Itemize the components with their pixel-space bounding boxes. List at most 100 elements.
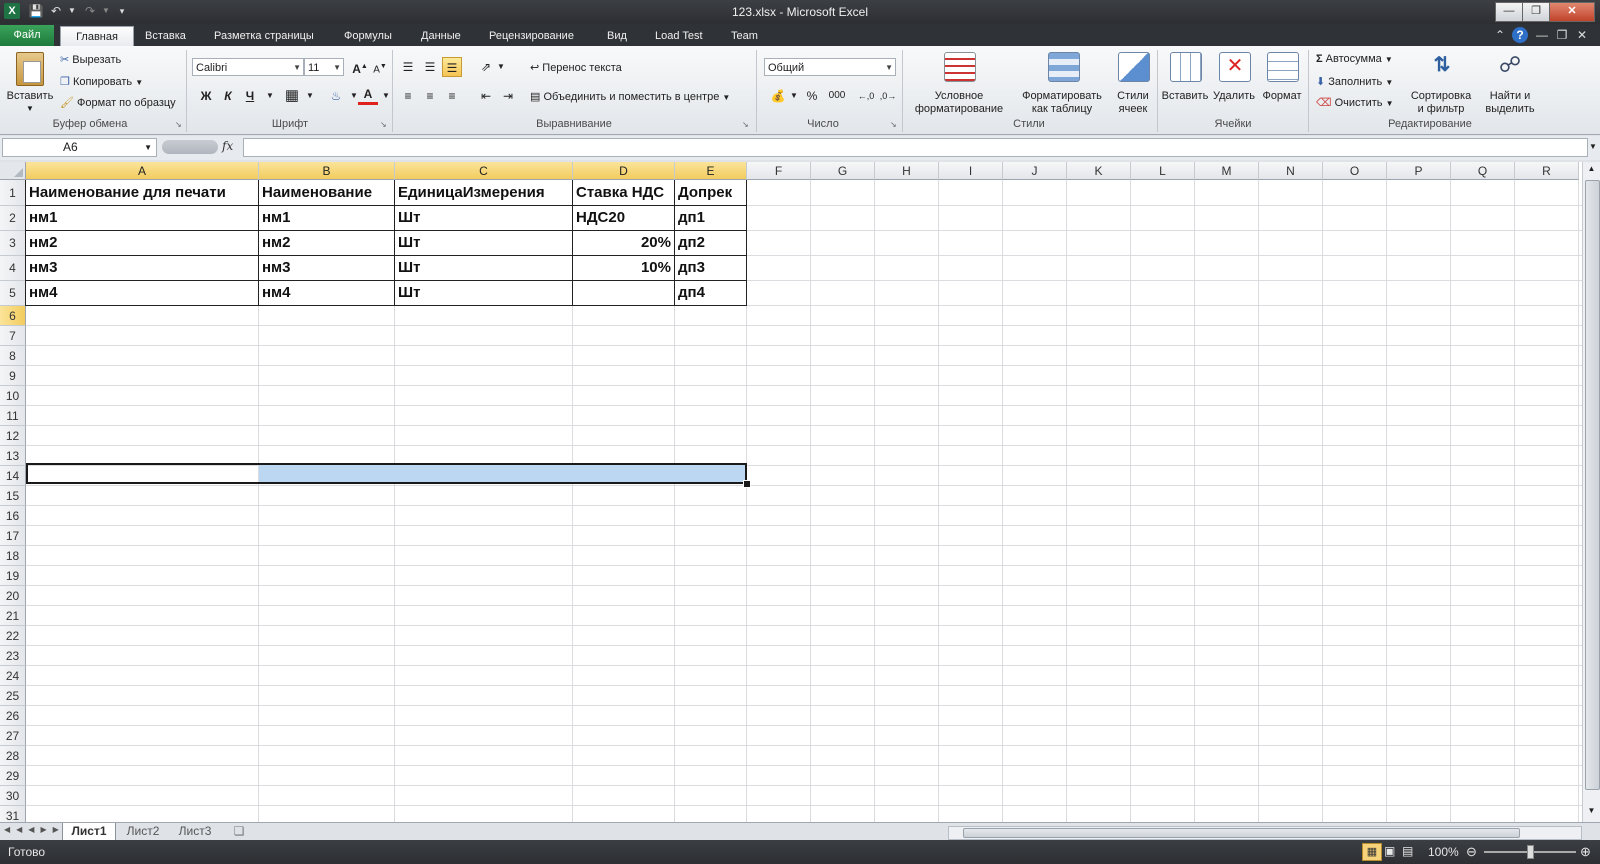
row-header-22[interactable]: 22 (0, 626, 26, 646)
name-box[interactable]: A6 ▼ (2, 138, 157, 157)
h-scroll-thumb[interactable] (963, 828, 1520, 838)
number-format-select[interactable]: Общий ▼ (764, 58, 896, 76)
row-header-9[interactable]: 9 (0, 366, 26, 386)
align-center-icon[interactable]: ≡ (420, 86, 440, 106)
table-cell[interactable]: нм1 (259, 206, 394, 230)
format-painter-button[interactable]: 🖌 Формат по образцу (60, 96, 176, 109)
select-all-corner[interactable] (0, 162, 26, 180)
row-header-11[interactable]: 11 (0, 406, 26, 426)
align-middle-icon[interactable]: ☰ (420, 57, 440, 77)
table-cell[interactable]: Шт (395, 231, 572, 255)
expand-formula-bar-icon[interactable]: ▼ (1589, 142, 1597, 151)
table-cell[interactable] (573, 281, 674, 305)
dialog-launcher-icon[interactable]: ↘ (890, 120, 897, 129)
font-color-icon[interactable]: A (358, 86, 378, 105)
chevron-down-icon[interactable]: ▼ (260, 86, 280, 106)
scroll-up-icon[interactable]: ▲ (1585, 164, 1598, 176)
delete-cells-button[interactable]: ✕ Удалить (1210, 48, 1258, 116)
column-header-j[interactable]: J (1003, 162, 1067, 180)
sheet-tab-1[interactable]: Лист1 (62, 823, 116, 841)
dialog-launcher-icon[interactable]: ↘ (175, 120, 182, 129)
workbook-close-icon[interactable]: ✕ (1574, 27, 1590, 43)
tab-home[interactable]: Главная (60, 26, 134, 47)
percent-button[interactable]: % (802, 86, 822, 106)
vertical-scrollbar[interactable]: ▲ ▼ (1582, 162, 1600, 822)
tab-insert[interactable]: Вставка (143, 26, 188, 46)
table-cell[interactable]: 10% (573, 256, 674, 280)
decrease-indent-icon[interactable]: ⇤ (476, 86, 496, 106)
table-cell[interactable]: нм3 (259, 256, 394, 280)
column-header-f[interactable]: F (747, 162, 811, 180)
zoom-in-icon[interactable]: ⊕ (1580, 844, 1591, 860)
column-header-a[interactable]: A (26, 162, 259, 180)
copy-button[interactable]: ❐ Копировать ▼ (60, 75, 143, 88)
row-header-14[interactable]: 14 (0, 466, 26, 486)
row-header-21[interactable]: 21 (0, 606, 26, 626)
formula-input[interactable] (243, 138, 1588, 157)
column-header-p[interactable]: P (1387, 162, 1451, 180)
table-cell[interactable]: нм2 (259, 231, 394, 255)
workbook-minimize-icon[interactable]: — (1534, 27, 1550, 43)
clear-button[interactable]: ⌫ Очистить ▼ (1316, 96, 1394, 109)
table-cell[interactable]: Шт (395, 256, 572, 280)
row-header-26[interactable]: 26 (0, 706, 26, 726)
header-cell[interactable]: Наименование (259, 180, 394, 205)
page-break-view-icon[interactable]: ▤ (1402, 844, 1413, 858)
fill-button[interactable]: ⬇ Заполнить ▼ (1316, 75, 1393, 88)
column-header-r[interactable]: R (1515, 162, 1579, 180)
tab-formulas[interactable]: Формулы (342, 26, 394, 46)
underline-button[interactable]: Ч (240, 86, 260, 106)
tab-file[interactable]: Файл (0, 25, 54, 46)
table-cell[interactable]: Шт (395, 281, 572, 305)
grow-font-button[interactable]: A▲ (350, 57, 370, 77)
close-button[interactable]: ✕ (1549, 2, 1595, 22)
column-header-m[interactable]: M (1195, 162, 1259, 180)
table-cell[interactable]: нм4 (259, 281, 394, 305)
row-header-5[interactable]: 5 (0, 281, 26, 306)
column-header-n[interactable]: N (1259, 162, 1323, 180)
column-header-i[interactable]: I (939, 162, 1003, 180)
chevron-down-icon[interactable]: ▼ (491, 57, 511, 77)
dialog-launcher-icon[interactable]: ↘ (742, 120, 749, 129)
column-header-d[interactable]: D (573, 162, 675, 180)
zoom-slider-thumb[interactable] (1527, 845, 1534, 859)
row-header-19[interactable]: 19 (0, 566, 26, 586)
dialog-launcher-icon[interactable]: ↘ (380, 120, 387, 129)
font-name-select[interactable]: Calibri ▼ (192, 58, 304, 76)
row-header-3[interactable]: 3 (0, 231, 26, 256)
align-bottom-icon[interactable]: ☰ (442, 57, 462, 77)
align-right-icon[interactable]: ≡ (442, 86, 462, 106)
chevron-down-icon[interactable]: ▼ (376, 86, 396, 106)
row-header-16[interactable]: 16 (0, 506, 26, 526)
column-header-g[interactable]: G (811, 162, 875, 180)
minimize-button[interactable]: — (1495, 2, 1523, 22)
tab-data[interactable]: Данные (419, 26, 463, 46)
table-cell[interactable]: нм3 (26, 256, 258, 280)
help-icon[interactable]: ? (1512, 27, 1528, 43)
column-header-h[interactable]: H (875, 162, 939, 180)
sheet-nav-icons[interactable]: ◀◀◀▶▶ (4, 825, 65, 834)
header-cell[interactable]: ЕдиницаИзмерения (395, 180, 572, 205)
row-header-24[interactable]: 24 (0, 666, 26, 686)
chevron-down-icon[interactable]: ▼ (784, 86, 804, 106)
row-header-6[interactable]: 6 (0, 306, 26, 326)
chevron-down-icon[interactable]: ▼ (300, 86, 320, 106)
table-cell[interactable]: дп1 (675, 206, 746, 230)
horizontal-scrollbar[interactable] (948, 826, 1582, 840)
header-cell[interactable]: Наименование для печати (26, 180, 258, 205)
increase-indent-icon[interactable]: ⇥ (498, 86, 518, 106)
table-cell[interactable]: нм4 (26, 281, 258, 305)
new-sheet-icon[interactable]: ❏ (228, 823, 250, 840)
workbook-restore-icon[interactable]: ❐ (1554, 27, 1570, 43)
scroll-thumb[interactable] (1585, 180, 1600, 790)
row-header-27[interactable]: 27 (0, 726, 26, 746)
bold-button[interactable]: Ж (196, 86, 216, 106)
sheet-tab-2[interactable]: Лист2 (118, 823, 168, 840)
page-layout-view-icon[interactable]: ▣ (1384, 844, 1395, 858)
table-cell[interactable]: НДС20 (573, 206, 674, 230)
row-header-7[interactable]: 7 (0, 326, 26, 346)
table-cell[interactable]: дп4 (675, 281, 746, 305)
shrink-font-button[interactable]: A▼ (370, 57, 390, 77)
cut-button[interactable]: ✂ Вырезать (60, 53, 121, 66)
insert-cells-button[interactable]: Вставить (1160, 48, 1210, 116)
